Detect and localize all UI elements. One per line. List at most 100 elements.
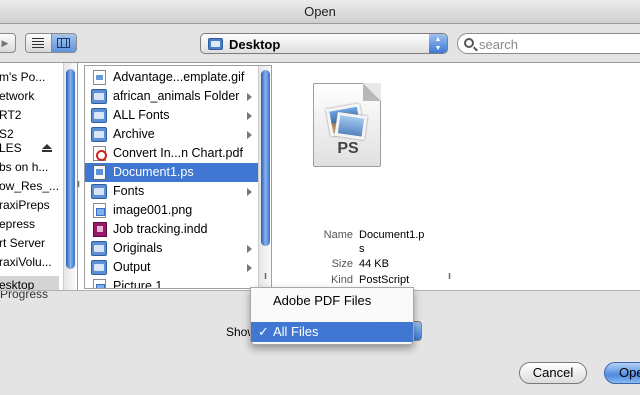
list-item[interactable]: Fonts bbox=[85, 182, 259, 201]
search-field[interactable]: search bbox=[457, 33, 640, 54]
sidebar-item-label: RT2 bbox=[0, 108, 22, 122]
sidebar: m's Po... etwork RT2 S2 LES bs on h... o… bbox=[0, 63, 78, 291]
forward-button[interactable]: ▶ bbox=[0, 33, 16, 53]
column-resize-handle[interactable]: ll bbox=[444, 272, 454, 281]
list-item[interactable]: Advantage...emplate.gif bbox=[85, 68, 259, 87]
folder-icon bbox=[91, 108, 107, 123]
sidebar-item[interactable]: ow_Res_... bbox=[0, 177, 59, 196]
open-button[interactable]: Ope bbox=[604, 362, 640, 384]
sidebar-item-label: ow_Res_... bbox=[0, 179, 60, 193]
info-size-value: 44 KB bbox=[359, 258, 389, 270]
disclosure-arrow-icon bbox=[247, 264, 252, 272]
view-mode-control bbox=[25, 33, 77, 53]
column-resize-handle[interactable]: ll bbox=[260, 272, 270, 281]
menu-item-adobe-pdf[interactable]: Adobe PDF Files bbox=[251, 291, 413, 311]
disclosure-arrow-icon bbox=[247, 93, 252, 101]
column-resize-handle[interactable]: ll bbox=[73, 180, 83, 189]
list-item[interactable]: Convert In...n Chart.pdf bbox=[85, 144, 259, 163]
window-title-bar: Open bbox=[0, 0, 640, 24]
info-kind-key: Kind bbox=[330, 274, 353, 286]
info-size-key: Size bbox=[331, 258, 353, 270]
sidebar-item[interactable]: raxiVolu... bbox=[0, 253, 59, 272]
info-kind-value: PostScript bbox=[359, 274, 410, 286]
column-scrollbar[interactable] bbox=[258, 66, 271, 288]
sidebar-item-label: raxiPreps bbox=[0, 198, 50, 212]
file-name: Job tracking.indd bbox=[113, 222, 208, 236]
file-name: image001.png bbox=[113, 203, 193, 217]
file-name: Convert In...n Chart.pdf bbox=[113, 146, 243, 160]
search-placeholder: search bbox=[479, 37, 519, 52]
disclosure-arrow-icon bbox=[247, 188, 252, 196]
doc-icon bbox=[93, 70, 106, 85]
file-name: Fonts bbox=[113, 184, 145, 198]
checkmark-icon: ✓ bbox=[258, 324, 269, 339]
menu-item-label: All Files bbox=[273, 324, 319, 339]
list-item[interactable]: african_animals Folder bbox=[85, 87, 259, 106]
sidebar-item-label: m's Po... bbox=[0, 70, 46, 84]
file-name: Archive bbox=[113, 127, 155, 141]
info-name-value-wrap: s bbox=[359, 243, 365, 255]
sidebar-item-label: bs on h... bbox=[0, 160, 49, 174]
column-view-icon bbox=[57, 38, 71, 48]
triangle-right-icon: ▶ bbox=[1, 38, 9, 48]
image-icon bbox=[93, 203, 106, 218]
cancel-button[interactable]: Cancel bbox=[519, 362, 587, 384]
disclosure-arrow-icon bbox=[247, 112, 252, 120]
list-item[interactable]: ALL Fonts bbox=[85, 106, 259, 125]
list-item[interactable]: Originals bbox=[85, 239, 259, 258]
sidebar-item-label: LES bbox=[0, 141, 22, 155]
sidebar-item[interactable]: etwork bbox=[0, 87, 59, 106]
file-name: Output bbox=[113, 260, 151, 274]
column-scroll-thumb[interactable] bbox=[261, 70, 270, 246]
toolbar: ▶ Desktop ▲ ▼ search bbox=[0, 24, 640, 62]
popup-arrows-icon: ▲ ▼ bbox=[429, 34, 447, 53]
sidebar-item[interactable]: LES bbox=[0, 139, 59, 158]
sidebar-item[interactable]: rt Server bbox=[0, 234, 59, 253]
list-item[interactable]: Picture 1 bbox=[85, 277, 259, 289]
column-view-button[interactable] bbox=[50, 34, 76, 52]
location-popup[interactable]: Desktop ▲ ▼ bbox=[200, 33, 448, 54]
desktop-folder-icon bbox=[208, 38, 223, 50]
folder-icon bbox=[91, 260, 107, 275]
file-column: Advantage...emplate.gif african_animals … bbox=[84, 65, 272, 289]
list-item[interactable]: Archive bbox=[85, 125, 259, 144]
sidebar-item[interactable]: bs on h... bbox=[0, 158, 59, 177]
file-name: ALL Fonts bbox=[113, 108, 170, 122]
menu-item-all-files[interactable]: ✓ All Files bbox=[251, 322, 413, 342]
file-name: Picture 1 bbox=[113, 279, 163, 289]
list-view-icon bbox=[32, 38, 45, 48]
sidebar-scrollbar[interactable] bbox=[63, 63, 76, 291]
sidebar-item[interactable]: RT2 bbox=[0, 106, 59, 125]
info-name-value: Document1.p bbox=[359, 229, 425, 241]
list-item-selected[interactable]: Document1.ps bbox=[85, 163, 259, 182]
sidebar-scroll-thumb[interactable] bbox=[66, 69, 75, 269]
file-name: Originals bbox=[113, 241, 163, 255]
sidebar-item[interactable]: epress bbox=[0, 215, 59, 234]
image-icon bbox=[93, 279, 106, 288]
info-name-key: Name bbox=[323, 229, 353, 241]
file-name: Advantage...emplate.gif bbox=[113, 70, 245, 84]
menu-item-label: Adobe PDF Files bbox=[273, 293, 372, 308]
sidebar-item[interactable]: raxiPreps bbox=[0, 196, 59, 215]
search-icon bbox=[464, 38, 474, 48]
sidebar-item-partial: Progress bbox=[0, 291, 49, 301]
eject-icon[interactable] bbox=[42, 144, 52, 152]
sidebar-item-desktop[interactable]: esktop bbox=[0, 276, 59, 291]
sidebar-item-label: raxiVolu... bbox=[0, 255, 52, 269]
folder-icon bbox=[91, 89, 107, 104]
postscript-file-icon: PS bbox=[313, 83, 381, 167]
preview-pane: PS Name Document1.p s Size 44 KB Kind Po… bbox=[278, 63, 451, 291]
list-item[interactable]: Job tracking.indd bbox=[85, 220, 259, 239]
sidebar-item-label: etwork bbox=[0, 89, 35, 103]
list-view-button[interactable] bbox=[26, 34, 51, 52]
page-fold bbox=[363, 83, 381, 101]
sidebar-item-label: rt Server bbox=[0, 236, 46, 250]
ps-file-icon bbox=[93, 165, 106, 180]
sidebar-item-label: epress bbox=[0, 217, 36, 231]
list-item[interactable]: Output bbox=[85, 258, 259, 277]
photo-thumbnail bbox=[334, 112, 368, 140]
folder-icon bbox=[91, 241, 107, 256]
indesign-icon bbox=[93, 222, 107, 237]
list-item[interactable]: image001.png bbox=[85, 201, 259, 220]
sidebar-item[interactable]: m's Po... bbox=[0, 68, 59, 87]
